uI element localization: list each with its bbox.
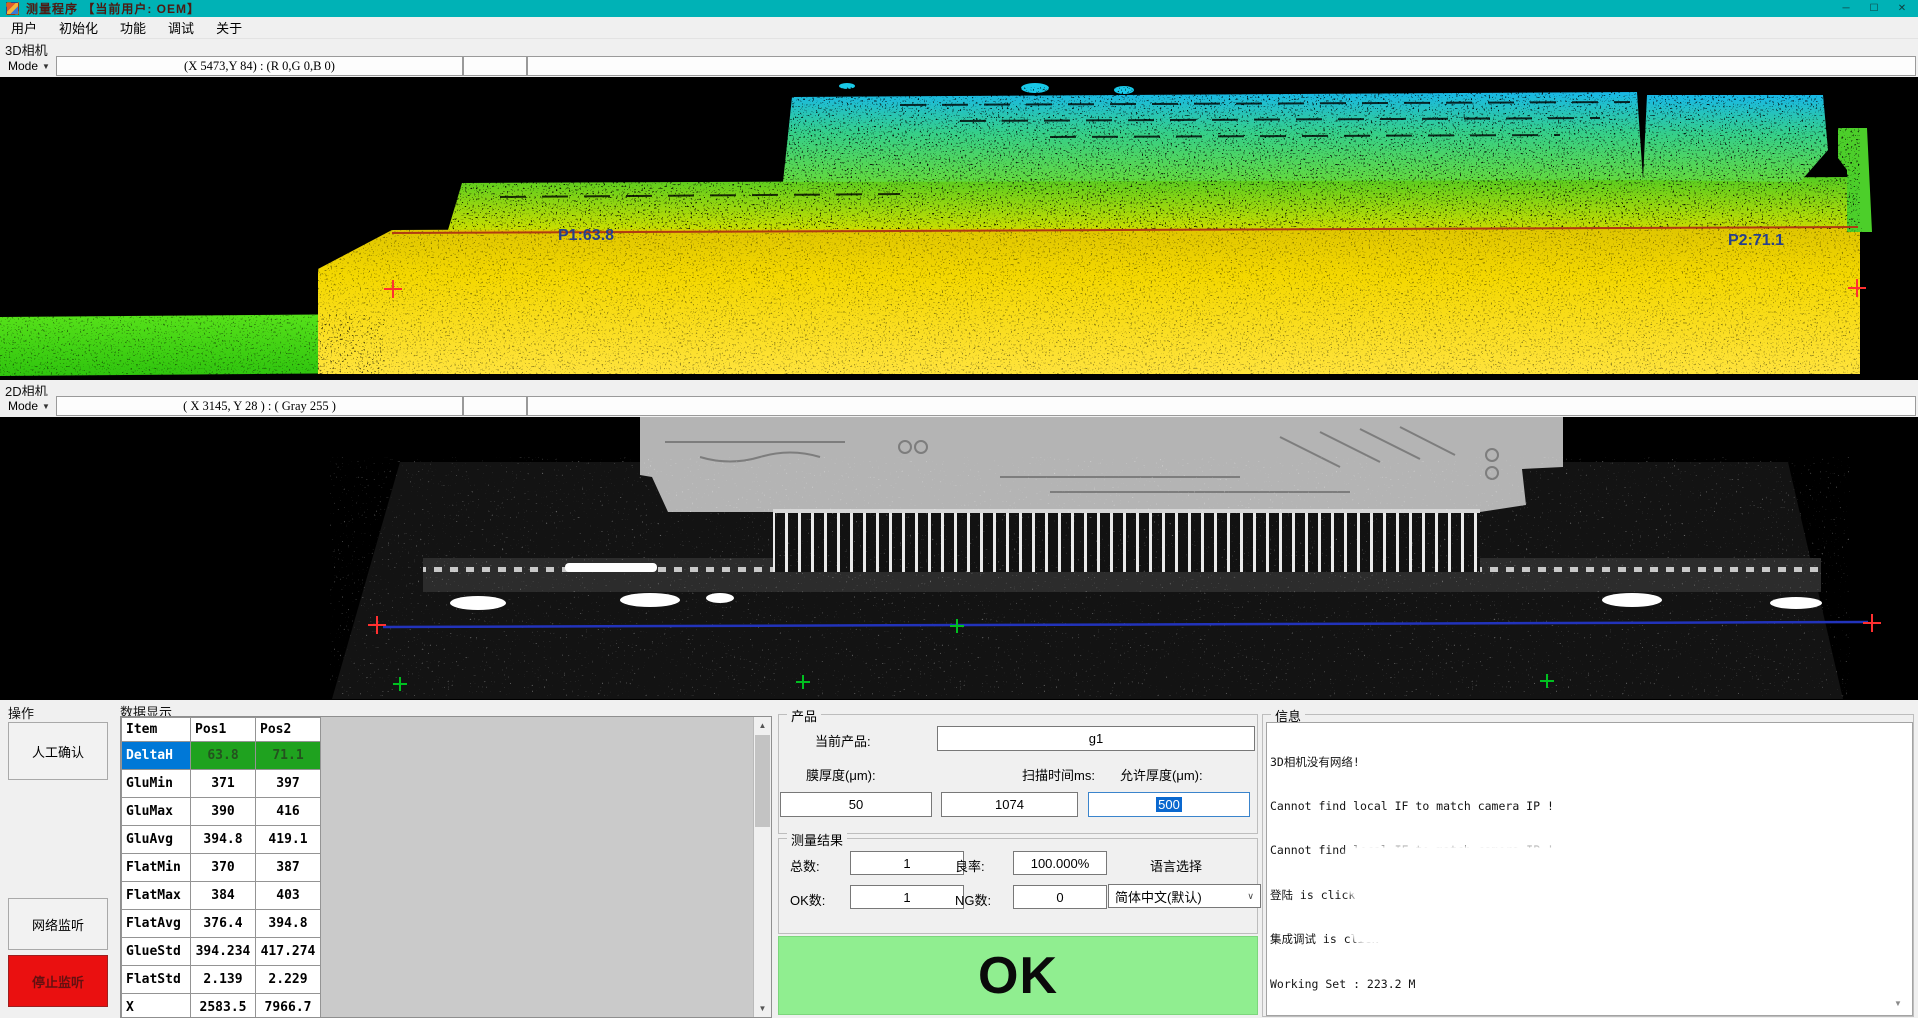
table-row[interactable]: DeltaH63.871.1: [122, 742, 321, 770]
redaction-smudge: [1352, 896, 1432, 942]
scroll-down-icon[interactable]: ▼: [754, 1000, 771, 1017]
header-item[interactable]: Item: [122, 718, 191, 742]
log-line: 3D相机没有网络!: [1270, 755, 1912, 770]
camera3d-view[interactable]: P1:63.8 P2:71.1: [0, 77, 1918, 380]
stop-listen-button[interactable]: 停止监听: [8, 955, 108, 1007]
scan-time-field[interactable]: 1074: [941, 792, 1078, 817]
table-row[interactable]: GluMin371397: [122, 770, 321, 798]
ng-count-field[interactable]: 0: [1013, 885, 1107, 909]
table-row[interactable]: X2583.57966.7: [122, 994, 321, 1018]
allow-thickness-label: 允许厚度(μm):: [1120, 765, 1203, 784]
noise-overlay: [318, 227, 1862, 374]
table-row[interactable]: FlatMax384403: [122, 882, 321, 910]
close-icon[interactable]: ✕: [1888, 0, 1916, 17]
table-row[interactable]: GlueStd394.234417.274: [122, 938, 321, 966]
camera2d-toolbar-box: [463, 396, 527, 416]
app-icon: [6, 2, 19, 15]
noise-overlay: [330, 457, 1850, 697]
product-group-label: 产品: [787, 706, 821, 725]
table-row[interactable]: GluAvg394.8419.1: [122, 826, 321, 854]
current-product-field[interactable]: g1: [937, 726, 1255, 751]
data-grid[interactable]: Item Pos1 Pos2 DeltaH63.871.1 GluMin3713…: [120, 716, 772, 1018]
table-header-row: Item Pos1 Pos2: [122, 718, 321, 742]
menu-function[interactable]: 功能: [109, 17, 157, 38]
window-title: 测量程序 【当前用户: OEM】: [26, 0, 200, 17]
maximize-icon[interactable]: ☐: [1860, 0, 1888, 17]
total-count-field[interactable]: 1: [850, 851, 964, 875]
current-product-label: 当前产品:: [815, 731, 871, 750]
chevron-down-icon: ▼: [42, 62, 50, 71]
selected-text: 500: [1156, 797, 1182, 812]
ng-count-label: NG数:: [955, 890, 991, 909]
redaction-smudge: [1345, 848, 1615, 894]
title-bar: 测量程序 【当前用户: OEM】 ─ ☐ ✕: [0, 0, 1918, 17]
menu-user[interactable]: 用户: [0, 17, 48, 38]
yield-label: 良率:: [955, 856, 985, 875]
film-thickness-field[interactable]: 50: [780, 792, 932, 817]
noise-overlay: [440, 87, 1860, 229]
minimize-icon[interactable]: ─: [1832, 0, 1860, 17]
camera3d-toolbar: Mode ▼ (X 5473,Y 84) : (R 0,G 0,B 0): [2, 56, 1916, 76]
language-selected-value: 简体中文(默认): [1115, 887, 1202, 906]
scrollbar-thumb[interactable]: [755, 735, 770, 827]
allow-thickness-field[interactable]: 500: [1088, 792, 1250, 817]
camera3d-toolbar-box-wide: [527, 56, 1916, 76]
result-status-panel: OK: [778, 936, 1258, 1015]
table-row[interactable]: FlatMin370387: [122, 854, 321, 882]
camera2d-mode-button[interactable]: Mode ▼: [2, 396, 56, 416]
ok-count-field[interactable]: 1: [850, 885, 964, 909]
results-group-label: 测量结果: [787, 830, 847, 849]
log-line: Working Set : 223.2 M: [1270, 977, 1912, 992]
camera2d-pixel-readout: ( X 3145, Y 28 ) : ( Gray 255 ): [56, 396, 463, 416]
table-row[interactable]: GluMax390416: [122, 798, 321, 826]
film-thickness-label: 膜厚度(μm):: [806, 765, 876, 784]
language-select[interactable]: 简体中文(默认) ∨: [1108, 884, 1261, 908]
language-select-label: 语言选择: [1150, 856, 1202, 875]
total-label: 总数:: [790, 856, 820, 875]
combo-arrow-icon: ∨: [1247, 891, 1254, 902]
p1-measurement-label: P1:63.8: [558, 227, 614, 244]
camera3d-toolbar-box: [463, 56, 527, 76]
network-listen-button[interactable]: 网络监听: [8, 898, 108, 950]
camera3d-mode-label: Mode: [8, 59, 38, 73]
grid-scrollbar[interactable]: ▲ ▼: [753, 717, 771, 1017]
measurement-table: Item Pos1 Pos2 DeltaH63.871.1 GluMin3713…: [121, 717, 321, 1018]
operation-label: 操作: [8, 703, 34, 722]
camera2d-toolbar-box-wide: [527, 396, 1916, 416]
log-scroll-down-icon[interactable]: ▼: [1894, 999, 1902, 1008]
table-row[interactable]: FlatStd2.1392.229: [122, 966, 321, 994]
chevron-down-icon: ▼: [42, 402, 50, 411]
camera2d-toolbar: Mode ▼ ( X 3145, Y 28 ) : ( Gray 255 ): [2, 396, 1916, 416]
header-pos2[interactable]: Pos2: [256, 718, 321, 742]
manual-confirm-button[interactable]: 人工确认: [8, 722, 108, 780]
camera2d-mode-label: Mode: [8, 399, 38, 413]
camera3d-pixel-readout: (X 5473,Y 84) : (R 0,G 0,B 0): [56, 56, 463, 76]
yield-field[interactable]: 100.000%: [1013, 851, 1107, 875]
header-pos1[interactable]: Pos1: [191, 718, 256, 742]
menu-init[interactable]: 初始化: [48, 17, 109, 38]
noise-overlay: [0, 314, 385, 376]
menu-bar: 用户 初始化 功能 调试 关于: [0, 17, 1918, 39]
log-line: Cannot find local IF to match camera IP …: [1270, 799, 1912, 814]
p2-measurement-label: P2:71.1: [1728, 232, 1784, 249]
camera2d-view[interactable]: [0, 417, 1918, 700]
ok-count-label: OK数:: [790, 890, 825, 909]
camera3d-mode-button[interactable]: Mode ▼: [2, 56, 56, 76]
scroll-up-icon[interactable]: ▲: [754, 717, 771, 734]
menu-debug[interactable]: 调试: [157, 17, 205, 38]
menu-about[interactable]: 关于: [205, 17, 253, 38]
table-row[interactable]: FlatAvg376.4394.8: [122, 910, 321, 938]
scan-time-label: 扫描时间ms:: [1022, 765, 1095, 784]
